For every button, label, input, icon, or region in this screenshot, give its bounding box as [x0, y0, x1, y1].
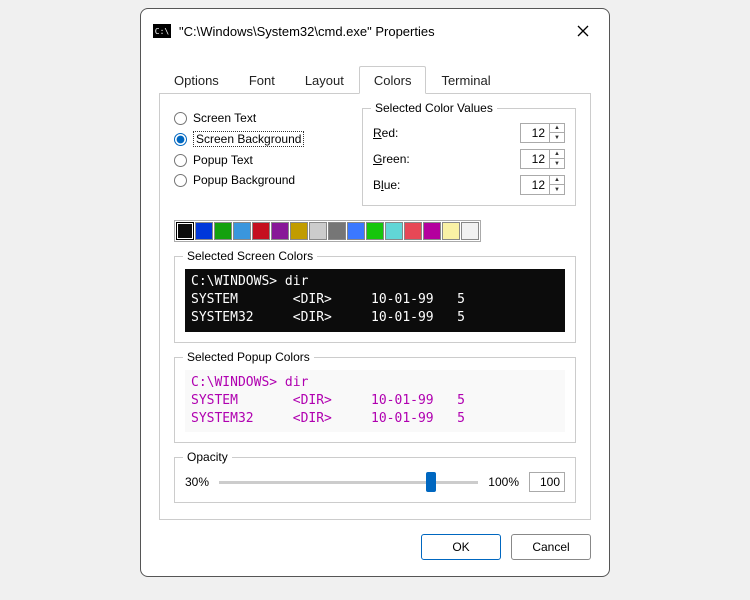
cmd-icon: C:\ — [153, 24, 171, 38]
tab-font[interactable]: Font — [234, 66, 290, 94]
red-spinner[interactable]: ▲▼ — [520, 123, 565, 143]
blue-label: Blue: — [373, 178, 520, 192]
swatch-15[interactable] — [461, 222, 479, 240]
selected-popup-colors: Selected Popup Colors C:\WINDOWS> dir SY… — [174, 357, 576, 444]
green-label: Green: — [373, 152, 520, 166]
swatch-12[interactable] — [404, 222, 422, 240]
blue-spinner[interactable]: ▲▼ — [520, 175, 565, 195]
swatch-3[interactable] — [233, 222, 251, 240]
swatch-11[interactable] — [385, 222, 403, 240]
radio-screen-text[interactable]: Screen Text — [174, 108, 344, 128]
cancel-button[interactable]: Cancel — [511, 534, 591, 560]
swatch-10[interactable] — [366, 222, 384, 240]
popup-preview: C:\WINDOWS> dir SYSTEM <DIR> 10-01-99 5 … — [185, 370, 565, 433]
opacity-max-label: 100% — [488, 475, 519, 489]
close-button[interactable] — [569, 17, 597, 45]
window-title: "C:\Windows\System32\cmd.exe" Properties — [179, 24, 569, 39]
red-label: Red: — [373, 126, 520, 140]
swatch-0[interactable] — [176, 222, 194, 240]
opacity-min-label: 30% — [185, 475, 209, 489]
dialog-content: Options Font Layout Colors Terminal Scre… — [141, 53, 609, 576]
color-palette — [174, 220, 481, 242]
scv-title: Selected Color Values — [371, 101, 497, 115]
radio-screen-background[interactable]: Screen Background — [174, 128, 344, 150]
swatch-4[interactable] — [252, 222, 270, 240]
green-spinner[interactable]: ▲▼ — [520, 149, 565, 169]
radio-popup-background[interactable]: Popup Background — [174, 170, 344, 190]
popup-preview-title: Selected Popup Colors — [183, 350, 314, 364]
swatch-7[interactable] — [309, 222, 327, 240]
close-icon — [577, 25, 589, 37]
tab-colors[interactable]: Colors — [359, 66, 427, 94]
tab-layout[interactable]: Layout — [290, 66, 359, 94]
blue-up[interactable]: ▲ — [550, 176, 564, 185]
green-down[interactable]: ▼ — [550, 159, 564, 168]
red-down[interactable]: ▼ — [550, 133, 564, 142]
radio-popup-text[interactable]: Popup Text — [174, 150, 344, 170]
opacity-input[interactable] — [529, 472, 565, 492]
titlebar: C:\ "C:\Windows\System32\cmd.exe" Proper… — [141, 9, 609, 53]
swatch-1[interactable] — [195, 222, 213, 240]
green-input[interactable] — [520, 149, 550, 169]
colors-panel: Screen Text Screen Background Popup Text… — [159, 94, 591, 520]
red-up[interactable]: ▲ — [550, 124, 564, 133]
tab-strip: Options Font Layout Colors Terminal — [159, 65, 591, 94]
blue-input[interactable] — [520, 175, 550, 195]
swatch-13[interactable] — [423, 222, 441, 240]
opacity-group: Opacity 30% 100% — [174, 457, 576, 503]
swatch-5[interactable] — [271, 222, 289, 240]
green-up[interactable]: ▲ — [550, 150, 564, 159]
dialog-footer: OK Cancel — [159, 534, 591, 560]
opacity-slider[interactable] — [219, 481, 478, 484]
screen-preview-title: Selected Screen Colors — [183, 249, 317, 263]
swatch-14[interactable] — [442, 222, 460, 240]
opacity-label: Opacity — [183, 450, 232, 464]
tab-options[interactable]: Options — [159, 66, 234, 94]
screen-preview: C:\WINDOWS> dir SYSTEM <DIR> 10-01-99 5 … — [185, 269, 565, 332]
ok-button[interactable]: OK — [421, 534, 501, 560]
red-input[interactable] — [520, 123, 550, 143]
blue-down[interactable]: ▼ — [550, 185, 564, 194]
tab-terminal[interactable]: Terminal — [426, 66, 505, 94]
selected-color-values: Selected Color Values Red: ▲▼ Green: ▲▼ — [362, 108, 576, 206]
swatch-9[interactable] — [347, 222, 365, 240]
swatch-8[interactable] — [328, 222, 346, 240]
swatch-2[interactable] — [214, 222, 232, 240]
swatch-6[interactable] — [290, 222, 308, 240]
color-target-group: Screen Text Screen Background Popup Text… — [174, 108, 344, 206]
selected-screen-colors: Selected Screen Colors C:\WINDOWS> dir S… — [174, 256, 576, 343]
properties-dialog: C:\ "C:\Windows\System32\cmd.exe" Proper… — [140, 8, 610, 577]
